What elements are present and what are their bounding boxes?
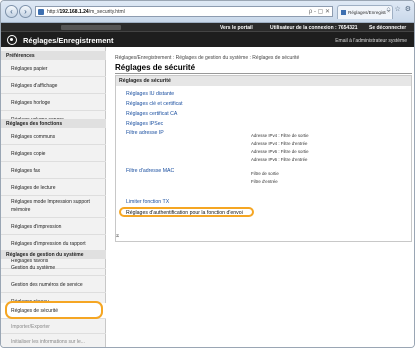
browser-tab[interactable]: Réglages/Enregistr... × [337, 5, 393, 19]
sidebar-item-import-export[interactable]: Importer/Exporter [1, 319, 106, 334]
ip-filter-line: Adresse IPv6 : Filtre d'entrée [251, 157, 308, 162]
sidebar-header-preferences: Préférences [1, 51, 106, 60]
app-title: Réglages/Enregistrement [23, 36, 114, 45]
browser-window: ‹ › http://192.168.1.24/m_security.html … [0, 0, 415, 348]
url-text[interactable]: http://192.168.1.24/m_security.html [47, 9, 125, 15]
sidebar: Préférences Réglages papier Réglages d'a… [1, 47, 106, 347]
title-divider [115, 73, 412, 74]
browser-toolbar: ‹ › http://192.168.1.24/m_security.html … [1, 1, 414, 23]
sidebar-item-dept-id[interactable]: Gestion des numéros de service [1, 276, 106, 293]
back-icon[interactable]: ‹ [5, 5, 18, 18]
link-ca-certificate[interactable]: Réglages certificat CA [126, 111, 177, 117]
link-ipsec[interactable]: Réglages IPSec [126, 121, 163, 127]
main-content: Réglages/Enregistrement : Réglages de ge… [107, 47, 414, 347]
sidebar-item-paper[interactable]: Réglages papier [1, 60, 106, 77]
portal-link[interactable]: Vers le portail [220, 25, 253, 31]
link-remote-ui[interactable]: Réglages IU distante [126, 91, 174, 97]
address-bar[interactable]: http://192.168.1.24/m_security.html ρ - … [35, 6, 333, 17]
link-tx-limit[interactable]: Limiter fonction TX [126, 199, 169, 205]
admin-email-link[interactable]: Email à l'administrateur système [335, 38, 407, 44]
ip-filter-line: Adresse IPv4 : Filtre de sortie [251, 133, 309, 138]
link-key-certificate[interactable]: Réglages clé et certificat [126, 101, 183, 107]
login-user-info: Utilisateur de la connexion : 7654321 [270, 25, 358, 31]
sidebar-item-display[interactable]: Réglages d'affichage [1, 77, 106, 94]
page-title: Réglages de sécurité [115, 63, 196, 72]
sidebar-item-clock[interactable]: Réglages horloge [1, 94, 106, 111]
back-to-top-icon[interactable]: ⌅ [115, 232, 120, 239]
sidebar-item-print[interactable]: Réglages d'impression [1, 218, 106, 235]
section-header: Réglages de sécurité [116, 76, 411, 86]
forward-icon[interactable]: › [19, 5, 32, 18]
breadcrumb: Réglages/Enregistrement : Réglages de ge… [115, 55, 300, 61]
sidebar-item-common[interactable]: Réglages communs [1, 128, 106, 145]
ip-filter-line: Adresse IPv6 : Filtre de sortie [251, 149, 309, 154]
security-section: Réglages de sécurité Réglages IU distant… [115, 75, 412, 242]
browser-tools-icons[interactable]: ⌂ ☆ ⚙ [386, 5, 412, 13]
logout-link[interactable]: Se déconnecter [369, 25, 406, 31]
sidebar-highlight-ring [5, 301, 103, 319]
sidebar-item-fax[interactable]: Réglages fax [1, 162, 106, 179]
tab-favicon-icon [341, 10, 346, 15]
address-bar-icons[interactable]: ρ - ▢ ✕ [309, 8, 330, 15]
sidebar-item-copy[interactable]: Réglages copie [1, 145, 106, 162]
sidebar-item-scan[interactable]: Réglages de lecture [1, 179, 106, 196]
send-auth-highlight-ring [119, 207, 254, 217]
settings-gear-icon [7, 35, 17, 45]
sidebar-item-initialize[interactable]: Initialiser les informations sur le... [1, 334, 106, 347]
link-mac-filter[interactable]: Filtre d'adresse MAC [126, 168, 174, 174]
sidebar-item-memory-print[interactable]: Réglages mode Impression support mémoire [1, 196, 106, 218]
header-top-bar: Vers le portail Utilisateur de la connex… [1, 23, 414, 32]
link-ip-filter[interactable]: Filtre adresse IP [126, 130, 164, 136]
ip-filter-line: Adresse IPv4 : Filtre d'entrée [251, 141, 308, 146]
app-header: Vers le portail Utilisateur de la connex… [1, 23, 414, 47]
sidebar-item-system-management[interactable]: Gestion du système [1, 259, 106, 276]
sidebar-header-functions: Réglages des fonctions [1, 119, 106, 128]
site-favicon-icon [38, 9, 44, 15]
mac-filter-line: Filtre d'entrée [251, 179, 278, 184]
sidebar-header-system: Réglages de gestion du système [1, 250, 106, 259]
tab-title: Réglages/Enregistr... [348, 10, 386, 15]
device-name-blurred [61, 25, 121, 30]
mac-filter-line: Filtre de sortie [251, 171, 279, 176]
